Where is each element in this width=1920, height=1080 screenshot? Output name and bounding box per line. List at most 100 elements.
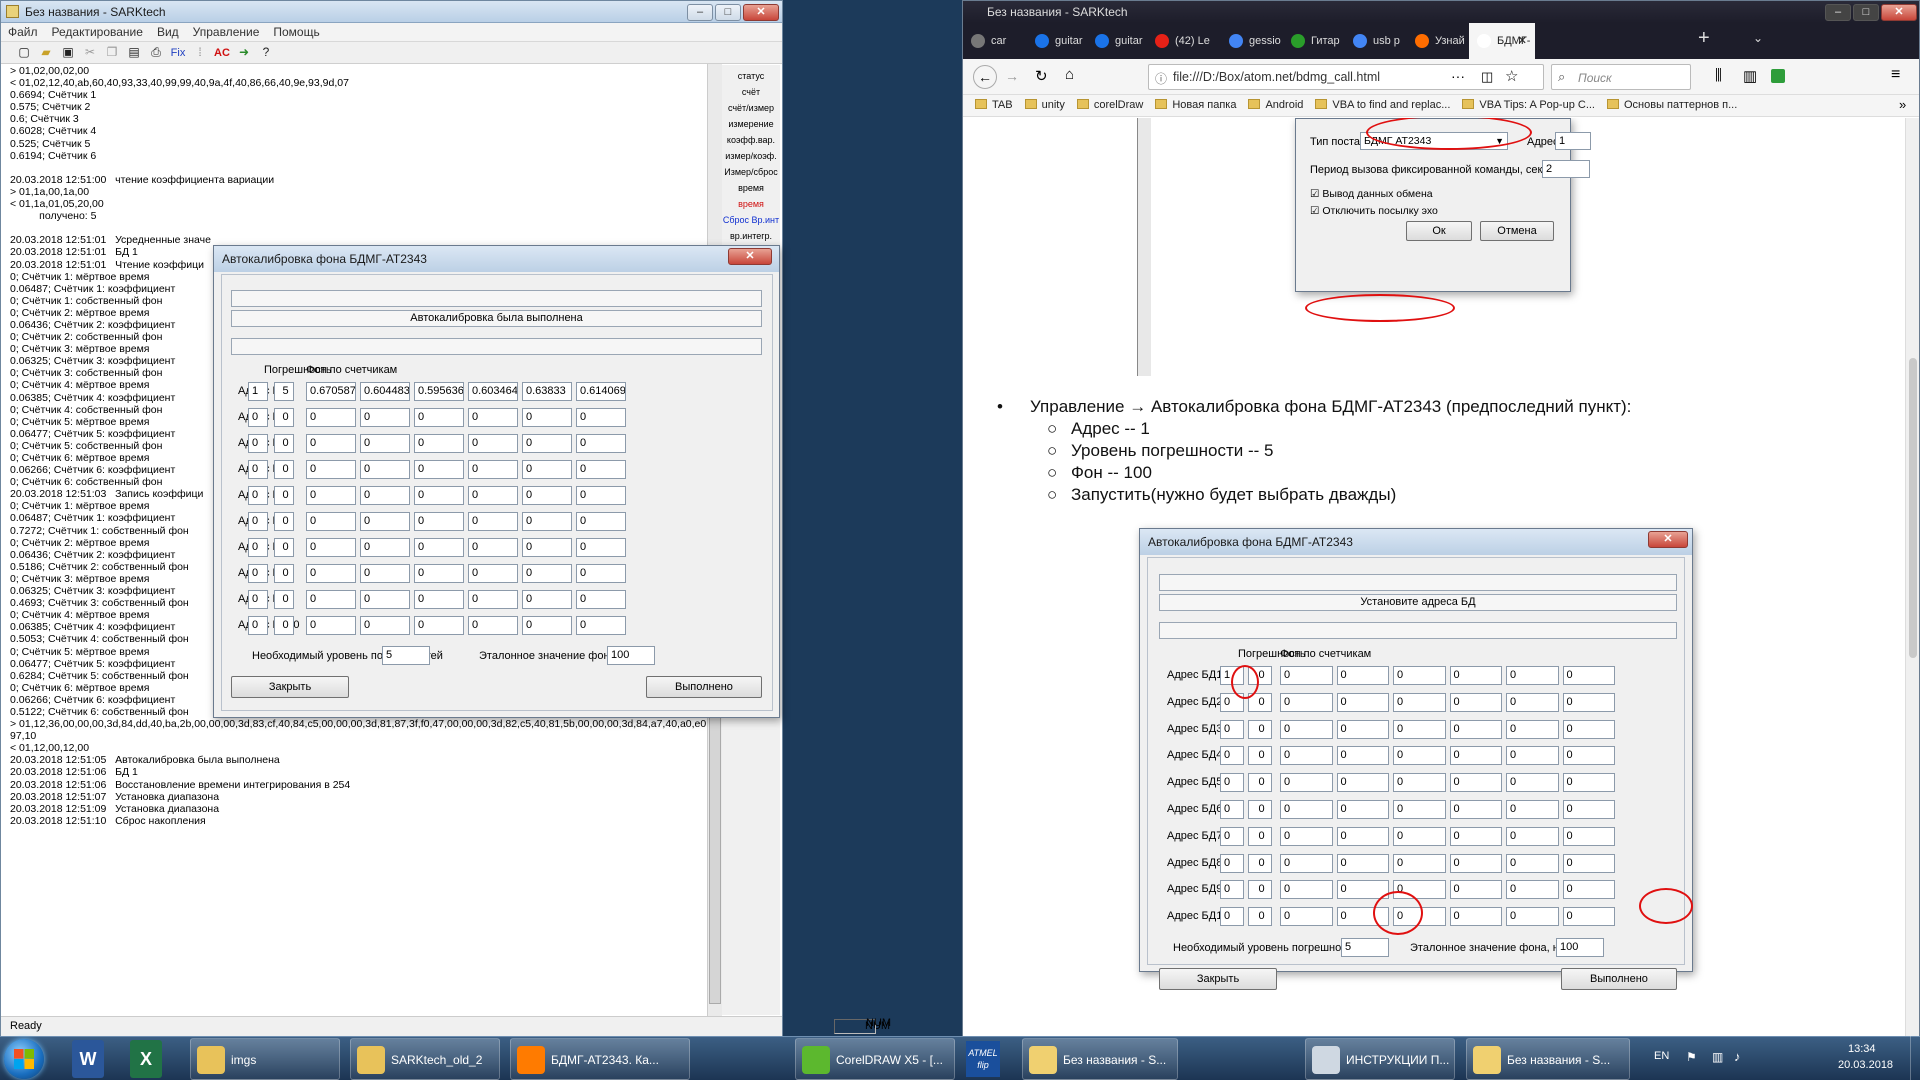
bookmark-item[interactable]: corelDraw: [1071, 95, 1150, 115]
cut-icon[interactable]: ✂: [79, 42, 101, 62]
browser-minimize-button[interactable]: –: [1825, 4, 1851, 21]
background-value-input[interactable]: 0: [1506, 773, 1559, 793]
browser-tab[interactable]: guitar: [1087, 23, 1147, 59]
background-value-input[interactable]: 0: [1393, 719, 1446, 739]
error-input[interactable]: 0: [1248, 853, 1272, 873]
background-value-input[interactable]: 0: [414, 434, 464, 453]
side-command-button[interactable]: Сброс Вр.инт: [722, 212, 780, 228]
background-value-input[interactable]: 0: [1280, 746, 1333, 766]
bookmark-item[interactable]: Новая папка: [1149, 95, 1242, 115]
background-value-input[interactable]: 0: [1336, 853, 1389, 873]
background-value-input[interactable]: 0: [1393, 773, 1446, 793]
address-input[interactable]: 0: [1220, 826, 1244, 846]
background-value-input[interactable]: 0: [468, 460, 518, 479]
background-value-input[interactable]: 0: [360, 408, 410, 427]
background-value-input[interactable]: 0: [1449, 907, 1502, 927]
error-input[interactable]: 0: [1248, 800, 1272, 819]
background-value-input[interactable]: 0: [1562, 746, 1615, 766]
background-value-input[interactable]: 0: [522, 434, 572, 453]
address-input[interactable]: 0: [248, 590, 268, 609]
close-button[interactable]: ✕: [743, 4, 779, 21]
background-value-input[interactable]: 0: [414, 408, 464, 427]
ac-button[interactable]: AC: [211, 43, 233, 63]
save-icon[interactable]: ▣: [57, 42, 79, 62]
new-tab-icon[interactable]: +: [1698, 27, 1710, 50]
background-value-input[interactable]: 0: [1280, 907, 1333, 927]
background-value-input[interactable]: 0: [576, 564, 626, 583]
fix-button[interactable]: Fix: [167, 43, 189, 63]
background-value-input[interactable]: 0: [1506, 666, 1559, 685]
address-input[interactable]: 0: [248, 512, 268, 531]
error-input[interactable]: 0: [1248, 880, 1272, 900]
background-value-input[interactable]: 0: [1280, 826, 1333, 846]
star-icon[interactable]: ☆: [1505, 67, 1518, 85]
page-scroll-thumb[interactable]: [1909, 358, 1917, 658]
taskbar-button[interactable]: ИНСТРУКЦИИ П...: [1305, 1038, 1455, 1080]
background-value-input[interactable]: 0: [1562, 666, 1615, 685]
extension-icon[interactable]: [1771, 69, 1785, 83]
background-value-input[interactable]: 0: [306, 486, 356, 505]
background-value-input[interactable]: 0: [1393, 666, 1446, 685]
page-scrollbar[interactable]: [1905, 118, 1919, 1036]
background-value-input[interactable]: 0: [1393, 826, 1446, 846]
background-value-input[interactable]: 0: [360, 564, 410, 583]
background-value-input[interactable]: 0: [306, 434, 356, 453]
maximize-button[interactable]: □: [715, 4, 741, 21]
background-value-input[interactable]: 0: [522, 460, 572, 479]
background-value-input[interactable]: 0: [576, 434, 626, 453]
background-value-input[interactable]: 0: [306, 538, 356, 557]
background-value-input[interactable]: 0: [1280, 853, 1333, 873]
side-command-button[interactable]: время: [722, 196, 780, 212]
background-value-input[interactable]: 0: [1506, 692, 1559, 712]
address-input[interactable]: 0: [248, 434, 268, 453]
bookmark-item[interactable]: VBA to find and replac...: [1309, 95, 1456, 115]
address-input[interactable]: 1: [248, 382, 268, 401]
background-value-input[interactable]: 0: [1562, 907, 1615, 927]
side-command-button[interactable]: измер/коэф.: [722, 148, 780, 164]
tray-network-icon[interactable]: ▥: [1712, 1050, 1723, 1064]
reference-background-input[interactable]: 100: [607, 646, 655, 665]
bookmark-item[interactable]: unity: [1019, 95, 1071, 115]
run-button[interactable]: Выполнено: [646, 676, 762, 698]
address-input[interactable]: 0: [248, 616, 268, 635]
background-value-input[interactable]: 0: [522, 564, 572, 583]
background-value-input[interactable]: 0: [576, 590, 626, 609]
bookmark-item[interactable]: Android: [1242, 95, 1309, 115]
background-value-input[interactable]: 0: [414, 616, 464, 635]
address-input[interactable]: 0: [248, 460, 268, 479]
side-command-button[interactable]: счёт: [722, 84, 780, 100]
bookmark-item[interactable]: Основы паттернов п...: [1601, 95, 1743, 115]
background-value-input[interactable]: 0: [1280, 719, 1333, 739]
checkbox-exchange-output[interactable]: ☑ Вывод данных обмена: [1310, 188, 1433, 200]
search-box[interactable]: ⌕ Поиск: [1551, 64, 1691, 90]
dialog-close-button[interactable]: ✕: [728, 248, 772, 265]
background-value-input[interactable]: 0.604483: [360, 382, 410, 401]
taskbar-button[interactable]: imgs: [190, 1038, 340, 1080]
copy-icon[interactable]: ❐: [101, 42, 123, 62]
background-value-input[interactable]: 0: [1562, 773, 1615, 793]
bookmark-item[interactable]: VBA Tips: A Pop-up C...: [1456, 95, 1601, 115]
background-value-input[interactable]: 0: [1562, 800, 1615, 819]
taskbar-button[interactable]: Без названия - S...: [1022, 1038, 1178, 1080]
background-value-input[interactable]: 0.603464: [468, 382, 518, 401]
side-command-button[interactable]: счёт/измер: [722, 100, 780, 116]
background-value-input[interactable]: 0: [522, 512, 572, 531]
error-input[interactable]: 0: [274, 616, 294, 635]
background-value-input[interactable]: 0: [1449, 826, 1502, 846]
period-input[interactable]: 2: [1542, 160, 1590, 178]
background-value-input[interactable]: 0: [1562, 853, 1615, 873]
side-command-button[interactable]: статус: [722, 68, 780, 84]
background-value-input[interactable]: 0: [1506, 880, 1559, 900]
background-value-input[interactable]: 0: [1506, 719, 1559, 739]
background-value-input[interactable]: 0: [522, 616, 572, 635]
background-value-input[interactable]: 0: [468, 486, 518, 505]
background-value-input[interactable]: 0: [1393, 853, 1446, 873]
title-bar[interactable]: Без названия - SARKtech – □ ✕: [1, 1, 782, 23]
background-value-input[interactable]: 0: [1449, 773, 1502, 793]
browser-tab[interactable]: car: [963, 23, 1027, 59]
menu-icon[interactable]: ≡: [1891, 66, 1900, 84]
background-value-input[interactable]: 0: [1280, 692, 1333, 712]
background-value-input[interactable]: 0: [1449, 853, 1502, 873]
menu-file[interactable]: Файл: [1, 23, 45, 42]
background-value-input[interactable]: 0: [414, 486, 464, 505]
